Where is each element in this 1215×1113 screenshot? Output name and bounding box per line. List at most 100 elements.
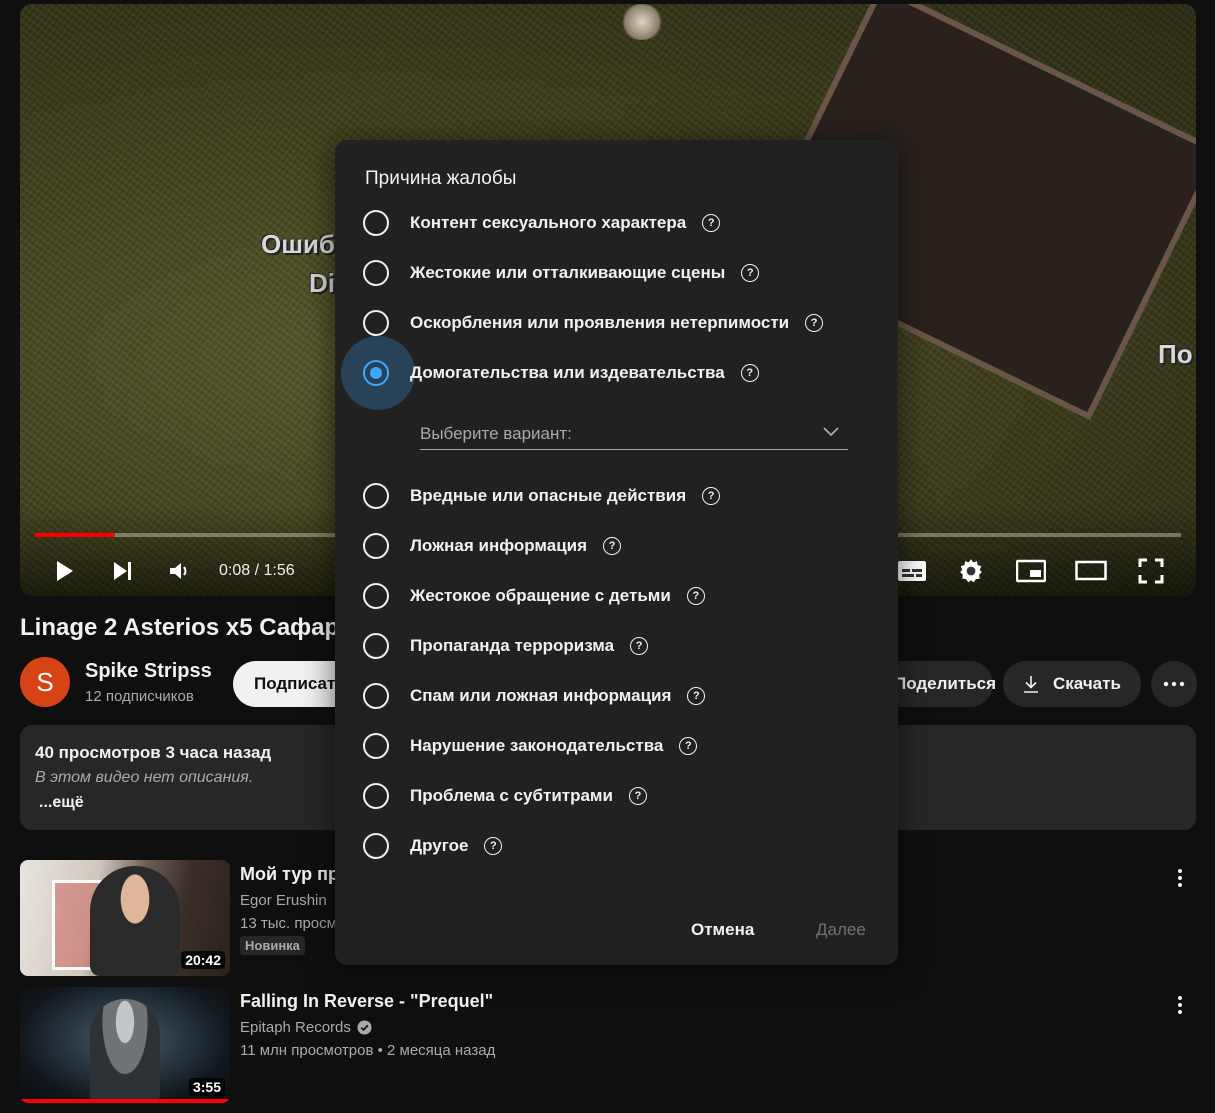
- play-button[interactable]: [48, 555, 80, 587]
- radio-button-checked[interactable]: [363, 360, 389, 386]
- report-option-label: Контент сексуального характера: [410, 213, 687, 232]
- more-actions-button[interactable]: [1151, 661, 1197, 707]
- related-video-title[interactable]: Мой тур про: [240, 864, 350, 885]
- radio-button[interactable]: [363, 533, 389, 559]
- next-icon: [114, 562, 131, 580]
- report-option-label: Вредные или опасные действия: [410, 486, 687, 505]
- game-overlay-text: Ошиб: [261, 229, 335, 259]
- radio-button[interactable]: [363, 833, 389, 859]
- help-icon[interactable]: ?: [687, 687, 706, 705]
- radio-button[interactable]: [363, 210, 389, 236]
- theater-button[interactable]: [1075, 555, 1107, 587]
- report-option[interactable]: Другое?: [363, 831, 503, 861]
- subscriber-count: 12 подписчиков: [85, 688, 194, 705]
- related-video-item[interactable]: 3:55 Falling In Reverse - "Prequel" Epit…: [20, 987, 1196, 1103]
- help-icon[interactable]: ?: [628, 787, 647, 805]
- share-label: Поделиться: [894, 674, 997, 693]
- radio-button[interactable]: [363, 310, 389, 336]
- miniplayer-icon: [1016, 559, 1046, 583]
- thumbnail-person: [90, 999, 160, 1103]
- report-option[interactable]: Ложная информация?: [363, 531, 622, 561]
- miniplayer-button[interactable]: [1015, 555, 1047, 587]
- help-icon[interactable]: ?: [702, 487, 721, 505]
- help-icon[interactable]: ?: [741, 264, 760, 282]
- related-channel-label: Egor Erushin: [240, 892, 327, 909]
- radio-button[interactable]: [363, 783, 389, 809]
- variant-dropdown[interactable]: Выберите вариант:: [420, 418, 848, 450]
- help-icon[interactable]: ?: [686, 587, 705, 605]
- volume-button[interactable]: [163, 555, 195, 587]
- dropdown-placeholder: Выберите вариант:: [420, 423, 572, 443]
- game-sprite: [620, 4, 664, 40]
- avatar-letter: S: [36, 666, 54, 697]
- radio-button[interactable]: [363, 483, 389, 509]
- next-button[interactable]: [107, 555, 139, 587]
- related-video-title[interactable]: Falling In Reverse - "Prequel": [240, 991, 493, 1012]
- help-icon[interactable]: ?: [805, 314, 824, 332]
- fullscreen-icon: [1138, 558, 1164, 584]
- kebab-dot: [1178, 1003, 1182, 1007]
- help-icon[interactable]: ?: [679, 737, 698, 755]
- subtitles-icon: [898, 561, 926, 581]
- channel-name[interactable]: Spike Stripss: [85, 660, 212, 683]
- radio-button[interactable]: [363, 733, 389, 759]
- report-option[interactable]: Проблема с субтитрами?: [363, 781, 647, 811]
- fullscreen-button[interactable]: [1135, 555, 1167, 587]
- report-option[interactable]: Оскорбления или проявления нетерпимости?: [363, 308, 824, 338]
- subtitles-button[interactable]: [896, 555, 928, 587]
- report-option[interactable]: Жестокое обращение с детьми?: [363, 581, 705, 611]
- download-button[interactable]: Скачать: [1003, 661, 1141, 707]
- report-option-label: Пропаганда терроризма: [410, 636, 615, 655]
- new-badge: Новинка: [240, 936, 305, 955]
- video-menu-button[interactable]: [1170, 993, 1190, 1017]
- kebab-dot: [1178, 996, 1182, 1000]
- report-option-label: Спам или ложная информация: [410, 686, 672, 705]
- related-channel-label: Epitaph Records: [240, 1019, 351, 1036]
- report-option[interactable]: Нарушение законодательства?: [363, 731, 698, 761]
- watched-progress-bar: [20, 1099, 230, 1103]
- video-menu-button[interactable]: [1170, 866, 1190, 890]
- duration-badge: 20:42: [181, 951, 225, 969]
- more-horizontal-icon: [1163, 681, 1185, 687]
- related-channel-name[interactable]: Egor Erushin: [240, 892, 327, 909]
- settings-button[interactable]: [955, 555, 987, 587]
- report-option[interactable]: Контент сексуального характера?: [363, 208, 721, 238]
- related-channel-name[interactable]: Epitaph Records: [240, 1019, 372, 1036]
- report-option-label: Жестокие или отталкивающие сцены: [410, 263, 726, 282]
- report-option-label: Нарушение законодательства: [410, 736, 664, 755]
- cancel-button[interactable]: Отмена: [691, 920, 754, 940]
- help-icon[interactable]: ?: [702, 214, 721, 232]
- radio-button[interactable]: [363, 683, 389, 709]
- report-option-label: Другое: [410, 836, 469, 855]
- video-thumbnail[interactable]: 20:42: [20, 860, 230, 976]
- report-dialog: Причина жалобы Контент сексуального хара…: [335, 140, 898, 965]
- help-icon[interactable]: ?: [484, 837, 503, 855]
- help-icon[interactable]: ?: [740, 364, 759, 382]
- radio-button[interactable]: [363, 633, 389, 659]
- report-option[interactable]: Домогательства или издевательства?: [363, 358, 759, 388]
- verified-icon: [357, 1020, 372, 1035]
- volume-icon: [170, 563, 187, 579]
- report-option[interactable]: Вредные или опасные действия?: [363, 481, 721, 511]
- video-thumbnail[interactable]: 3:55: [20, 987, 230, 1103]
- show-more-link[interactable]: ...ещё: [39, 794, 84, 812]
- report-option[interactable]: Спам или ложная информация?: [363, 681, 706, 711]
- next-button[interactable]: Далее: [816, 920, 866, 940]
- chevron-down-icon: [823, 427, 839, 437]
- report-option-label: Оскорбления или проявления нетерпимости: [410, 313, 790, 332]
- help-icon[interactable]: ?: [630, 637, 649, 655]
- help-icon[interactable]: ?: [603, 537, 622, 555]
- game-overlay-text: Di: [309, 268, 335, 298]
- report-option[interactable]: Жестокие или отталкивающие сцены?: [363, 258, 760, 288]
- radio-button[interactable]: [363, 260, 389, 286]
- report-option-label: Проблема с субтитрами: [410, 786, 613, 805]
- theater-icon: [1075, 560, 1107, 581]
- kebab-dot: [1178, 883, 1182, 887]
- report-option[interactable]: Пропаганда терроризма?: [363, 631, 649, 661]
- download-icon: [1024, 676, 1038, 693]
- progress-bar-fill: [35, 533, 116, 537]
- dialog-title: Причина жалобы: [365, 168, 517, 189]
- report-option-label: Ложная информация: [410, 536, 588, 555]
- radio-button[interactable]: [363, 583, 389, 609]
- avatar[interactable]: S: [20, 657, 70, 707]
